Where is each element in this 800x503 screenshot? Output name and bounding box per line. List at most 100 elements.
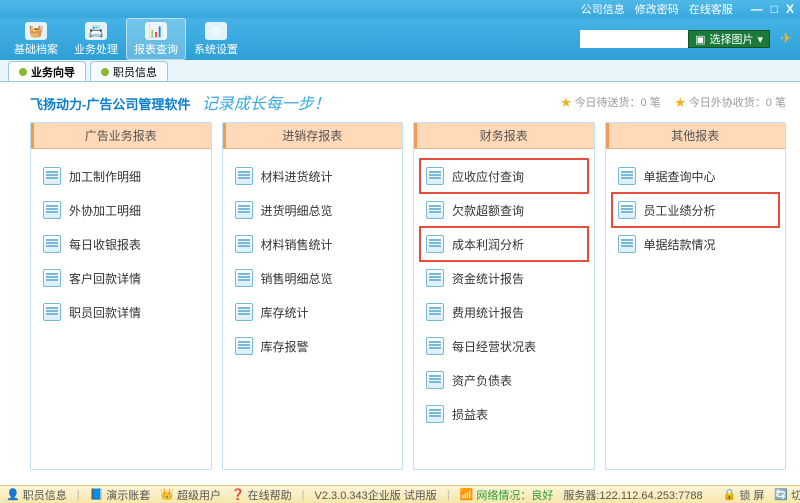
report-item-label: 库存统计: [261, 304, 309, 321]
panel-body: 材料进货统计进货明细总览材料销售统计销售明细总览库存统计库存报警: [223, 149, 403, 469]
search-input[interactable]: [580, 30, 690, 48]
report-item-label: 资金统计报告: [452, 270, 524, 287]
report-item-label: 资产负债表: [452, 372, 512, 389]
report-item[interactable]: 应收应付查询: [420, 159, 588, 193]
maximize-button[interactable]: □: [771, 2, 778, 16]
status-account-set[interactable]: 📘 演示账套: [90, 487, 151, 503]
report-item[interactable]: 欠款超额查询: [420, 193, 588, 227]
panel-body: 单据查询中心员工业绩分析单据结款情况: [606, 149, 786, 469]
report-item[interactable]: 进货明细总览: [229, 193, 397, 227]
report-item-label: 应收应付查询: [452, 168, 524, 185]
status-staff-info[interactable]: 👤 职员信息: [6, 487, 67, 503]
report-item-label: 欠款超额查询: [452, 202, 524, 219]
report-panel: 进销存报表材料进货统计进货明细总览材料销售统计销售明细总览库存统计库存报警: [222, 122, 404, 470]
panel-header: 进销存报表: [223, 123, 403, 149]
report-icon: [426, 371, 444, 389]
report-item[interactable]: 费用统计报告: [420, 295, 588, 329]
report-item[interactable]: 材料销售统计: [229, 227, 397, 261]
tab-staff-info[interactable]: 职员信息: [90, 61, 168, 81]
title-bar: 公司信息 修改密码 在线客服 — □ X: [0, 0, 800, 18]
report-icon: [618, 167, 636, 185]
report-item-label: 库存报警: [261, 338, 309, 355]
panel-header: 财务报表: [414, 123, 594, 149]
report-panel: 其他报表单据查询中心员工业绩分析单据结款情况: [605, 122, 787, 470]
panel-body: 加工制作明细外协加工明细每日收银报表客户回款详情职员回款详情: [31, 149, 211, 469]
separator: |: [447, 489, 450, 501]
toolbar-label: 系统设置: [194, 41, 238, 57]
today-stats: 今日待送货：0 笔 今日外协收货：0 笔: [561, 94, 787, 110]
link-company-info[interactable]: 公司信息: [581, 1, 625, 17]
minimize-button[interactable]: —: [751, 2, 763, 16]
link-change-password[interactable]: 修改密码: [635, 1, 679, 17]
toolbar-system-settings[interactable]: ⚙ 系统设置: [186, 18, 246, 60]
report-item[interactable]: 材料进货统计: [229, 159, 397, 193]
report-icon: [43, 269, 61, 287]
report-item[interactable]: 每日收银报表: [37, 227, 205, 261]
tab-business-guide[interactable]: 业务向导: [8, 61, 86, 81]
select-picture-button[interactable]: ▣ 选择图片 ▾: [688, 30, 770, 48]
report-item[interactable]: 单据查询中心: [612, 159, 780, 193]
report-item[interactable]: 销售明细总览: [229, 261, 397, 295]
report-icon: [426, 167, 444, 185]
status-bar: 👤 职员信息 | 📘 演示账套 👑 超级用户 ❓ 在线帮助 | V2.3.0.3…: [0, 485, 800, 503]
close-button[interactable]: X: [786, 2, 794, 16]
report-panel: 财务报表应收应付查询欠款超额查询成本利润分析资金统计报告费用统计报告每日经营状况…: [413, 122, 595, 470]
title-group: 飞扬动力-广告公司管理软件 记录成长每一步！: [30, 90, 330, 114]
toolbar-report-query[interactable]: 📊 报表查询: [126, 18, 186, 60]
toolbar-business-process[interactable]: 📇 业务处理: [66, 18, 126, 60]
report-item-label: 费用统计报告: [452, 304, 524, 321]
report-item[interactable]: 库存统计: [229, 295, 397, 329]
chevron-down-icon: ▾: [757, 33, 763, 46]
toolbar-basic-archive[interactable]: 🧺 基础档案: [6, 18, 66, 60]
status-online-help[interactable]: ❓ 在线帮助: [231, 487, 292, 503]
report-item[interactable]: 每日经营状况表: [420, 329, 588, 363]
report-item-label: 每日收银报表: [69, 236, 141, 253]
chart-icon: 📊: [145, 22, 167, 40]
report-item-label: 客户回款详情: [69, 270, 141, 287]
report-item-label: 销售明细总览: [261, 270, 333, 287]
toolbar-label: 报表查询: [134, 41, 178, 57]
report-icon: [235, 235, 253, 253]
report-item[interactable]: 客户回款详情: [37, 261, 205, 295]
report-item[interactable]: 单据结款情况: [612, 227, 780, 261]
report-item[interactable]: 资产负债表: [420, 363, 588, 397]
report-item[interactable]: 外协加工明细: [37, 193, 205, 227]
status-version: V2.3.0.343企业版 试用版: [315, 487, 437, 503]
report-icon: [235, 201, 253, 219]
report-item-label: 损益表: [452, 406, 488, 423]
main-toolbar: 🧺 基础档案 📇 业务处理 📊 报表查询 ⚙ 系统设置 ▣ 选择图片 ▾ ✈: [0, 18, 800, 60]
status-user: 👑 超级用户: [160, 487, 221, 503]
lock-screen-button[interactable]: 🔒 锁 屏: [723, 487, 765, 503]
report-icon: [43, 201, 61, 219]
report-item[interactable]: 加工制作明细: [37, 159, 205, 193]
link-online-service[interactable]: 在线客服: [689, 1, 733, 17]
status-network: 📶 网络情况：良好: [460, 487, 554, 503]
report-item[interactable]: 成本利润分析: [420, 227, 588, 261]
gear-icon: ⚙: [205, 22, 227, 40]
report-item[interactable]: 损益表: [420, 397, 588, 431]
report-item-label: 材料销售统计: [261, 236, 333, 253]
report-item-label: 单据查询中心: [644, 168, 716, 185]
report-icon: [426, 269, 444, 287]
main-content: 飞扬动力-广告公司管理软件 记录成长每一步！ 今日待送货：0 笔 今日外协收货：…: [0, 82, 800, 485]
content-header: 飞扬动力-广告公司管理软件 记录成长每一步！ 今日待送货：0 笔 今日外协收货：…: [30, 90, 786, 114]
report-icon: [43, 167, 61, 185]
slogan-text: 记录成长每一步！: [202, 96, 330, 113]
report-item-label: 每日经营状况表: [452, 338, 536, 355]
report-icon: [426, 303, 444, 321]
report-panel: 广告业务报表加工制作明细外协加工明细每日收银报表客户回款详情职员回款详情: [30, 122, 212, 470]
switch-user-button[interactable]: 🔄 切换用户: [774, 487, 800, 503]
stat-outsource-receive: 今日外协收货：0 笔: [675, 94, 786, 110]
report-item[interactable]: 库存报警: [229, 329, 397, 363]
report-item-label: 加工制作明细: [69, 168, 141, 185]
window-controls: — □ X: [751, 2, 794, 16]
report-item[interactable]: 员工业绩分析: [612, 193, 780, 227]
select-picture-label: 选择图片: [709, 31, 753, 47]
report-item[interactable]: 职员回款详情: [37, 295, 205, 329]
status-server: 服务器:122.112.64.253:7788: [563, 487, 702, 503]
report-item[interactable]: 资金统计报告: [420, 261, 588, 295]
separator: |: [77, 489, 80, 501]
toolbar-label: 业务处理: [74, 41, 118, 57]
send-icon[interactable]: ✈: [780, 30, 792, 47]
tab-dot-icon: [101, 68, 109, 76]
